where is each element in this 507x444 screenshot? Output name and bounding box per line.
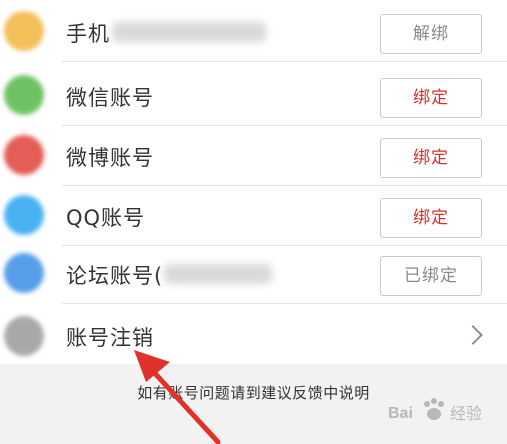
account-label-phone: 手机: [66, 22, 110, 46]
account-cancel-row[interactable]: 账号注销: [0, 308, 507, 368]
bind-weibo-button[interactable]: 绑定: [380, 138, 482, 178]
account-row-phone: 手机 解绑: [0, 2, 507, 62]
account-row-wechat: 微信账号 绑定: [0, 66, 507, 126]
chevron-right-icon: [463, 325, 483, 345]
account-row-forum: 论坛账号( 已绑定: [0, 244, 507, 304]
account-label-qq: QQ账号: [66, 206, 146, 230]
unbind-phone-button[interactable]: 解绑: [380, 14, 482, 54]
masked-phone-number: [112, 22, 266, 42]
account-label-weibo: 微博账号: [66, 146, 154, 170]
baidu-jingyan-watermark: Bai 经验: [386, 392, 502, 432]
power-icon: [4, 316, 44, 356]
baidu-paw-icon: Bai 经验: [388, 398, 482, 423]
wechat-icon: [4, 75, 44, 115]
arrow-shaft: [147, 365, 221, 444]
divider: [62, 61, 507, 62]
divider: [62, 303, 507, 304]
account-binding-list: 手机 解绑 微信账号 绑定 微博账号 绑定 QQ账号 绑定 论坛账号( 已绑定 …: [0, 0, 507, 364]
account-row-qq: QQ账号 绑定: [0, 186, 507, 246]
arrow-head: [134, 350, 170, 382]
svg-text:Bai: Bai: [388, 405, 413, 422]
bind-wechat-button[interactable]: 绑定: [380, 78, 482, 118]
forum-bound-button[interactable]: 已绑定: [380, 256, 482, 296]
account-cancel-label: 账号注销: [66, 326, 154, 350]
phone-icon: [4, 11, 44, 51]
account-label-forum: 论坛账号(: [66, 264, 164, 288]
qq-icon: [4, 195, 44, 235]
account-label-wechat: 微信账号: [66, 86, 154, 110]
bind-qq-button[interactable]: 绑定: [380, 198, 482, 238]
weibo-icon: [4, 135, 44, 175]
svg-text:经验: 经验: [450, 404, 482, 423]
red-arrow-annotation: [134, 350, 221, 444]
account-row-weibo: 微博账号 绑定: [0, 126, 507, 186]
masked-forum-username: [164, 264, 272, 284]
forum-icon: [4, 253, 44, 293]
